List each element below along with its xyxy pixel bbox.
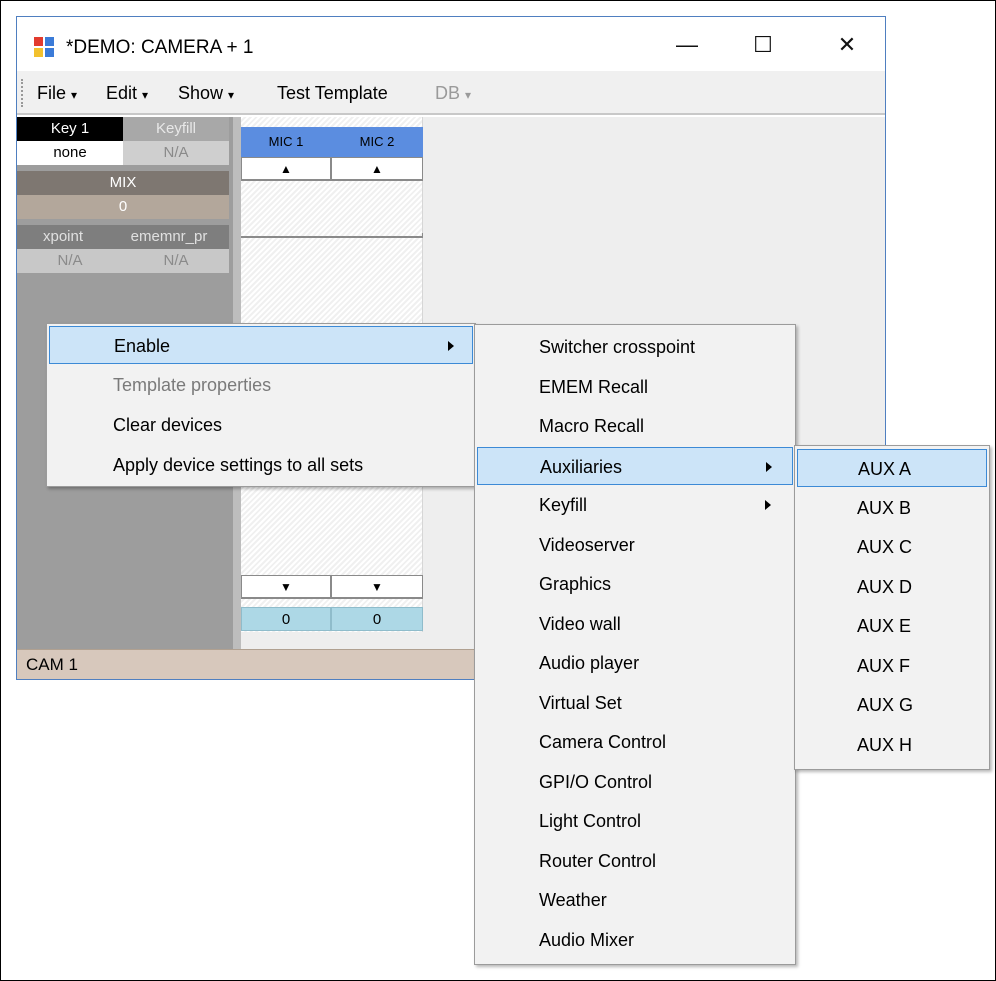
aux-item-aux-f[interactable]: AUX F <box>797 647 987 685</box>
minimize-button[interactable]: — <box>657 23 717 67</box>
submenu-item-switcher-crosspoint[interactable]: Switcher crosspoint <box>477 328 793 366</box>
app-icon <box>34 37 54 57</box>
mix-value[interactable]: 0 <box>17 195 229 219</box>
submenu-item-label: Videoserver <box>539 534 635 555</box>
aux-item-label: AUX C <box>857 537 913 557</box>
aux-item-aux-c[interactable]: AUX C <box>797 528 987 566</box>
submenu-item-label: Audio player <box>539 653 640 673</box>
menu-show[interactable]: Show ▾ <box>178 83 234 104</box>
aux-item-label: AUX A <box>858 459 912 479</box>
submenu-arrow-icon <box>448 341 454 351</box>
menu-item-enable[interactable]: Enable <box>49 326 473 364</box>
submenu-item-label: Switcher crosspoint <box>539 337 696 357</box>
menu-db[interactable]: DB ▾ <box>435 83 471 104</box>
ememnr-label: ememnr_pr <box>130 228 208 245</box>
menu-file[interactable]: File ▾ <box>37 83 77 104</box>
mic2-value[interactable]: 0 <box>331 607 423 631</box>
submenu-item-label: Video wall <box>539 613 621 634</box>
submenu-item-label: Router Control <box>539 850 657 871</box>
submenu-item-keyfill[interactable]: Keyfill <box>477 486 793 524</box>
mix-label: MIX <box>17 171 229 195</box>
submenu-item-graphics[interactable]: Graphics <box>477 565 793 603</box>
submenu-item-label: GPI/O Control <box>539 771 653 792</box>
aux-item-label: AUX D <box>857 576 913 597</box>
aux-item-aux-h[interactable]: AUX H <box>797 726 987 764</box>
submenu-item-video-wall[interactable]: Video wall <box>477 605 793 643</box>
submenu-item-label: Audio Mixer <box>539 929 635 950</box>
title-bar[interactable]: *DEMO: CAMERA + 1 — ☐ ✕ <box>17 17 885 71</box>
submenu-item-label: Keyfill <box>539 495 588 515</box>
key-value[interactable]: none <box>17 141 123 165</box>
menu-item-template-properties[interactable]: Template properties <box>49 366 473 404</box>
aux-item-aux-g[interactable]: AUX G <box>797 686 987 724</box>
mic2-header: MIC 2 <box>331 127 423 157</box>
menu-grip <box>21 79 23 107</box>
submenu-item-label: Virtual Set <box>539 692 622 713</box>
menu-item-apply-device-settings[interactable]: Apply device settings to all sets <box>49 446 473 484</box>
submenu-item-label: Auxiliaries <box>540 456 623 477</box>
aux-item-aux-d[interactable]: AUX D <box>797 568 987 606</box>
keyfill-value[interactable]: N/A <box>123 141 229 165</box>
submenu-item-gpi-o-control[interactable]: GPI/O Control <box>477 763 793 801</box>
submenu-item-label: EMEM Recall <box>539 376 649 397</box>
enable-submenu: Switcher crosspoint EMEM Recall Macro Reca… <box>474 324 796 965</box>
aux-item-aux-e[interactable]: AUX E <box>797 607 987 645</box>
aux-item-label: AUX G <box>857 695 914 715</box>
keyfill-label: Keyfill <box>123 117 229 141</box>
mic1-up-button[interactable]: ▲ <box>241 157 331 181</box>
submenu-item-router-control[interactable]: Router Control <box>477 842 793 880</box>
mic2-down-button[interactable]: ▼ <box>331 575 423 599</box>
xpoint-value[interactable]: N/A <box>17 249 123 273</box>
submenu-item-audio-mixer[interactable]: Audio Mixer <box>477 921 793 959</box>
submenu-item-label: Macro Recall <box>539 416 645 436</box>
mic2-up-button[interactable]: ▲ <box>331 157 423 181</box>
xpoint-label: xpoint <box>42 228 84 245</box>
maximize-button[interactable]: ☐ <box>733 23 793 67</box>
submenu-arrow-icon <box>765 500 771 510</box>
submenu-item-camera-control[interactable]: Camera Control <box>477 723 793 761</box>
window-title: *DEMO: CAMERA + 1 <box>66 37 254 58</box>
close-button[interactable]: ✕ <box>817 23 877 67</box>
menu-item-clear-devices[interactable]: Clear devices <box>49 406 473 444</box>
aux-item-label: AUX B <box>857 497 912 518</box>
submenu-item-videoserver[interactable]: Videoserver <box>477 526 793 564</box>
submenu-item-label: Weather <box>539 890 607 910</box>
key-label: Key 1 <box>17 117 123 141</box>
aux-item-label: AUX H <box>857 734 913 755</box>
menu-edit[interactable]: Edit ▾ <box>106 83 148 104</box>
submenu-item-audio-player[interactable]: Audio player <box>477 644 793 682</box>
submenu-item-auxiliaries[interactable]: Auxiliaries <box>477 446 793 485</box>
submenu-item-label: Light Control <box>539 811 642 831</box>
menu-bar: File ▾ Edit ▾ Show ▾ Test Template DB ▾ <box>17 71 885 115</box>
aux-submenu: AUX A AUX B AUX C AUX D AUX E AUX F AUX G AUX H <box>794 445 990 770</box>
fader-track[interactable] <box>241 233 423 238</box>
context-menu: Enable Template properties Clear devices… <box>46 323 476 487</box>
submenu-arrow-icon <box>766 461 772 472</box>
aux-item-label: AUX E <box>857 616 912 636</box>
menu-test-template[interactable]: Test Template <box>277 83 388 104</box>
submenu-item-macro-recall[interactable]: Macro Recall <box>477 407 793 445</box>
mic1-value[interactable]: 0 <box>241 607 331 631</box>
mic1-down-button[interactable]: ▼ <box>241 575 331 599</box>
mic1-header: MIC 1 <box>241 127 331 157</box>
aux-item-aux-b[interactable]: AUX B <box>797 489 987 527</box>
submenu-item-light-control[interactable]: Light Control <box>477 802 793 840</box>
submenu-item-weather[interactable]: Weather <box>477 881 793 919</box>
submenu-item-label: Camera Control <box>539 732 667 752</box>
submenu-item-label: Graphics <box>539 574 612 594</box>
submenu-item-virtual-set[interactable]: Virtual Set <box>477 684 793 722</box>
status-text: CAM 1 <box>26 655 78 674</box>
submenu-item-emem-recall[interactable]: EMEM Recall <box>477 368 793 406</box>
aux-item-aux-a[interactable]: AUX A <box>797 449 987 487</box>
aux-item-label: AUX F <box>857 655 911 676</box>
ememnr-value[interactable]: N/A <box>123 249 229 273</box>
